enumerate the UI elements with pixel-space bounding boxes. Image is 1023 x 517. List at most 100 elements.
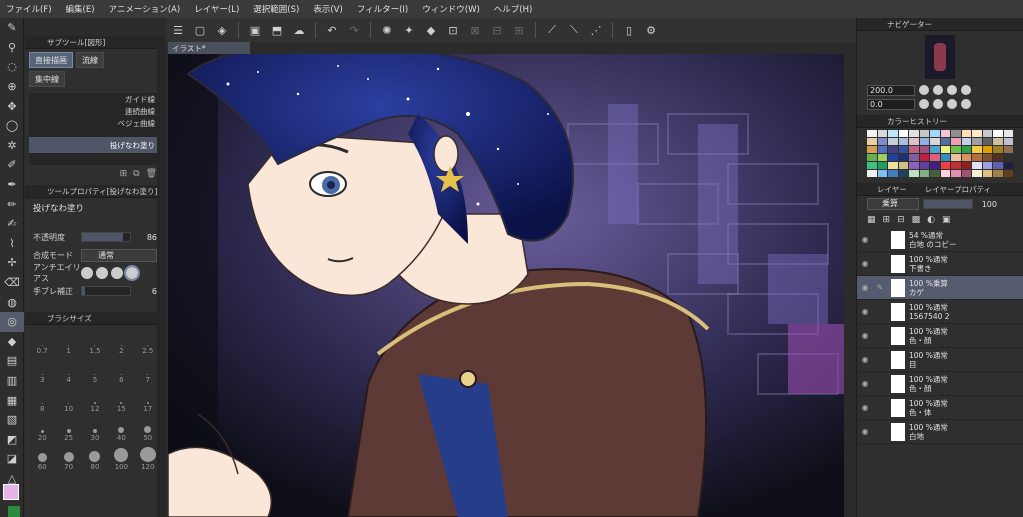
- brush-size-option[interactable]: 2: [108, 331, 134, 355]
- transparency-lock-icon[interactable]: ▩: [912, 215, 921, 225]
- color-swatch[interactable]: [888, 130, 898, 137]
- brush-size-option[interactable]: 1: [55, 331, 81, 355]
- reset-rotate-icon[interactable]: [947, 99, 957, 109]
- zoom-in-icon[interactable]: [933, 85, 943, 95]
- layer-row[interactable]: ◉ 100 %通常 1567540 2: [857, 300, 1023, 324]
- menu-layer[interactable]: レイヤー(L): [194, 3, 239, 15]
- antialias-weak[interactable]: [96, 267, 108, 279]
- redo-icon[interactable]: ↷: [346, 22, 362, 38]
- color-swatch[interactable]: [919, 170, 929, 177]
- subtool-item[interactable]: ベジェ曲線: [29, 117, 161, 129]
- layer-row[interactable]: ◉ 100 %通常目: [857, 348, 1023, 372]
- antialias-medium[interactable]: [111, 267, 123, 279]
- color-swatch[interactable]: [961, 130, 971, 137]
- color-swatch[interactable]: [940, 162, 950, 169]
- subtool-tab-direct-draw[interactable]: 直接描画: [29, 52, 73, 68]
- brush-icon[interactable]: ✍: [0, 214, 24, 234]
- layer-row[interactable]: ◉ 54 %通常 白地 のコピー: [857, 228, 1023, 252]
- pen-icon[interactable]: ✒: [0, 175, 24, 195]
- menu-edit[interactable]: 編集(E): [66, 3, 95, 15]
- flip-icon[interactable]: [961, 99, 971, 109]
- navigator-thumbnail[interactable]: [925, 35, 955, 79]
- color-swatch[interactable]: [909, 138, 919, 145]
- brush-size-option[interactable]: 15: [108, 389, 134, 413]
- eye-icon[interactable]: ◉: [857, 331, 873, 340]
- color-swatch[interactable]: [982, 146, 992, 153]
- color-swatch[interactable]: [898, 130, 908, 137]
- color-swatch[interactable]: [982, 130, 992, 137]
- color-swatch[interactable]: [1003, 162, 1013, 169]
- subtool-tab-focus-line[interactable]: 集中線: [29, 71, 65, 87]
- blend-icon[interactable]: ◍: [0, 292, 24, 312]
- color-swatch[interactable]: [930, 162, 940, 169]
- color-swatch[interactable]: [993, 170, 1003, 177]
- color-swatch[interactable]: [961, 162, 971, 169]
- brush-size-option[interactable]: 5: [82, 360, 108, 384]
- transform-icon[interactable]: ⊡: [445, 22, 461, 38]
- sub-color-chip[interactable]: [8, 506, 20, 517]
- color-swatch[interactable]: [961, 154, 971, 161]
- decoration-icon[interactable]: ✢: [0, 253, 24, 273]
- layer-row[interactable]: ◉ 100 %通常 色・顔: [857, 324, 1023, 348]
- zoom-icon[interactable]: ⚲: [0, 38, 24, 58]
- subtool-item[interactable]: ガイド線: [29, 93, 161, 105]
- brush-size-option[interactable]: 40: [108, 418, 134, 442]
- color-swatch[interactable]: [1003, 138, 1013, 145]
- color-swatch[interactable]: [951, 170, 961, 177]
- color-swatch[interactable]: [951, 162, 961, 169]
- stabilization-value[interactable]: 6: [131, 287, 157, 296]
- move-layer-icon[interactable]: ✥: [0, 96, 24, 116]
- brush-size-option[interactable]: 4: [55, 360, 81, 384]
- brush-size-option[interactable]: 12: [82, 389, 108, 413]
- color-swatch[interactable]: [930, 130, 940, 137]
- color-swatch[interactable]: [888, 146, 898, 153]
- brush-size-option[interactable]: 30: [82, 418, 108, 442]
- brush-size-option[interactable]: 8: [29, 389, 55, 413]
- angle-field[interactable]: 0.0: [867, 98, 915, 110]
- frame-icon[interactable]: ▦: [0, 390, 24, 410]
- menu-window[interactable]: ウィンドウ(W): [422, 3, 480, 15]
- color-swatch[interactable]: [909, 162, 919, 169]
- eye-icon[interactable]: ◉: [857, 355, 873, 364]
- fill-icon[interactable]: ◆: [423, 22, 439, 38]
- color-swatch[interactable]: [993, 162, 1003, 169]
- opacity-slider[interactable]: [81, 232, 131, 242]
- color-swatch[interactable]: [961, 138, 971, 145]
- settings-icon[interactable]: ⚙: [643, 22, 659, 38]
- color-swatch[interactable]: [898, 146, 908, 153]
- color-swatch[interactable]: [898, 138, 908, 145]
- rotate-right-icon[interactable]: [933, 99, 943, 109]
- export-icon[interactable]: ⬒: [269, 22, 285, 38]
- color-swatch[interactable]: [951, 146, 961, 153]
- figure-tool-icon[interactable]: ◎: [0, 311, 24, 332]
- menu-filter[interactable]: フィルター(I): [357, 3, 408, 15]
- eye-icon[interactable]: ◉: [857, 259, 873, 268]
- menu-file[interactable]: ファイル(F): [6, 3, 52, 15]
- color-swatch[interactable]: [961, 146, 971, 153]
- brush-size-option[interactable]: 80: [82, 447, 108, 471]
- color-swatch[interactable]: [877, 146, 887, 153]
- subtool-item[interactable]: 連続曲線: [29, 105, 161, 117]
- add-subtool-icon[interactable]: ⊞: [120, 169, 128, 179]
- pencil-icon[interactable]: ✏: [0, 194, 24, 214]
- color-swatch[interactable]: [888, 170, 898, 177]
- color-swatch[interactable]: [940, 154, 950, 161]
- eye-icon[interactable]: ◉: [857, 235, 873, 244]
- color-swatch[interactable]: [972, 154, 982, 161]
- color-swatch[interactable]: [867, 130, 877, 137]
- eye-icon[interactable]: ◉: [857, 307, 873, 316]
- color-swatch[interactable]: [930, 154, 940, 161]
- brush-size-option[interactable]: 25: [55, 418, 81, 442]
- fit-icon[interactable]: [947, 85, 957, 95]
- brush-size-option[interactable]: 10: [55, 389, 81, 413]
- pen-tool-icon[interactable]: ✎: [0, 18, 24, 38]
- eye-icon[interactable]: ◉: [857, 283, 873, 292]
- color-swatch[interactable]: [888, 138, 898, 145]
- color-swatch[interactable]: [888, 162, 898, 169]
- color-swatch[interactable]: [867, 146, 877, 153]
- color-swatch[interactable]: [972, 138, 982, 145]
- color-swatch[interactable]: [993, 130, 1003, 137]
- main-color-chip[interactable]: [3, 484, 19, 500]
- layer-property-tab[interactable]: レイヤープロパティ: [925, 184, 991, 195]
- color-swatch[interactable]: [919, 138, 929, 145]
